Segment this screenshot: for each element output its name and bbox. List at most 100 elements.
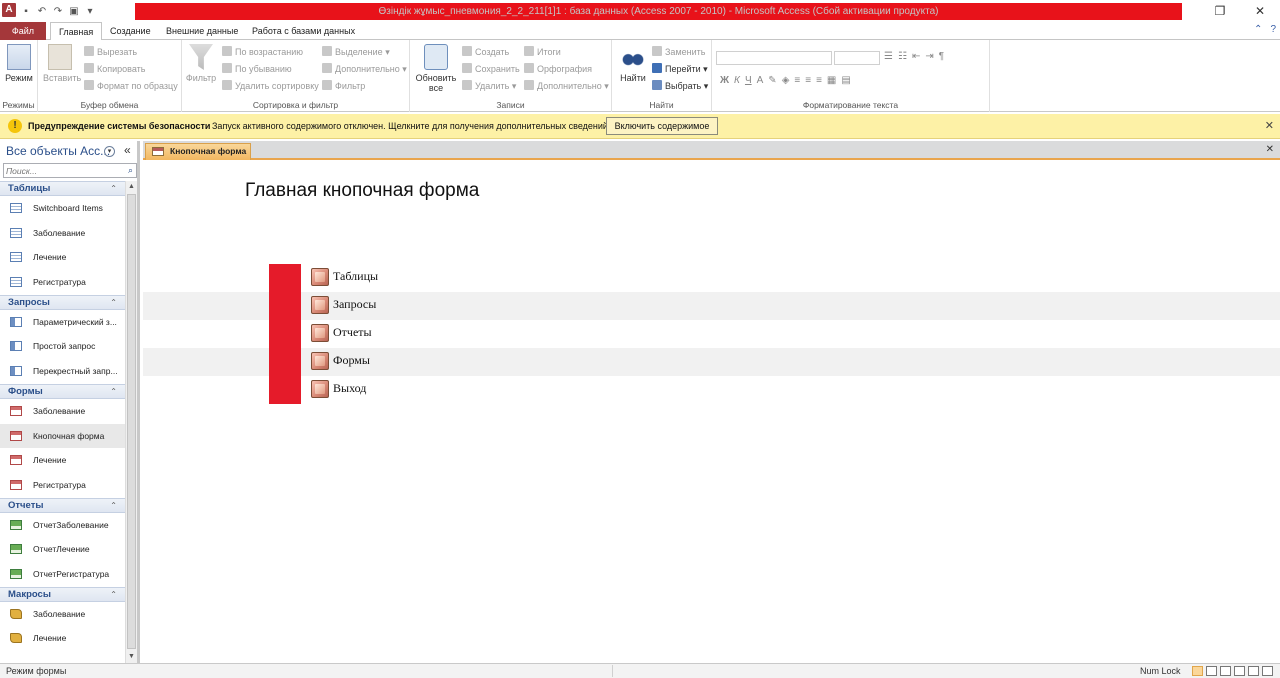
scroll-up-icon[interactable]: ▲ (126, 181, 137, 193)
align-right-icon[interactable]: ≡ (816, 75, 822, 86)
tab-home[interactable]: Главная (50, 22, 103, 41)
nav-section-forms[interactable]: Формы ⌃ (0, 383, 125, 399)
chevron-down-icon[interactable]: ▾ (104, 146, 115, 157)
restore-icon[interactable]: ❐ (1200, 0, 1240, 22)
nav-item-report[interactable]: ОтчетРегистратура (0, 562, 125, 587)
selection-button[interactable]: Выделение ▾ (322, 45, 390, 59)
nav-item-macro[interactable]: Заболевание (0, 602, 125, 627)
spelling-button[interactable]: Орфография (524, 62, 592, 76)
highlight-icon[interactable]: ✎ (768, 75, 776, 86)
format-painter-button[interactable]: Формат по образцу (84, 79, 178, 93)
totals-button[interactable]: Итоги (524, 45, 561, 59)
collapse-pane-icon[interactable]: « (124, 143, 131, 157)
close-window-icon[interactable]: ✕ (1240, 0, 1280, 22)
select-button[interactable]: Выбрать ▾ (652, 79, 708, 93)
nav-item-query[interactable]: Параметрический з... (0, 310, 125, 335)
sort-descending-button[interactable]: По убыванию (222, 62, 292, 76)
scroll-thumb[interactable] (127, 194, 136, 649)
pivot-chart-view-icon[interactable] (1262, 666, 1273, 676)
tab-create[interactable]: Создание (102, 22, 159, 40)
cut-button[interactable]: Вырезать (84, 45, 137, 59)
refresh-all-button[interactable]: Обновить все (414, 44, 458, 93)
filter-button[interactable]: Фильтр (184, 44, 218, 83)
nav-section-queries[interactable]: Запросы ⌃ (0, 294, 125, 310)
switchboard-button-queries[interactable] (311, 296, 329, 314)
nav-section-reports[interactable]: Отчеты ⌃ (0, 497, 125, 513)
numbering-icon[interactable]: ☷ (898, 51, 907, 62)
undo-icon[interactable]: ↶ (36, 6, 48, 17)
save-record-button[interactable]: Сохранить (462, 62, 520, 76)
datasheet-view-icon[interactable] (1206, 666, 1217, 676)
nav-item-report[interactable]: ОтчетЛечение (0, 537, 125, 562)
sort-ascending-button[interactable]: По возрастанию (222, 45, 303, 59)
search-input[interactable] (4, 164, 122, 177)
increase-indent-icon[interactable]: ⇥ (925, 51, 933, 62)
nav-item-report[interactable]: ОтчетЗаболевание (0, 513, 125, 538)
nav-item-query[interactable]: Перекрестный запр... (0, 359, 125, 384)
nav-item-table[interactable]: Заболевание (0, 221, 125, 246)
form-view-icon[interactable] (1192, 666, 1203, 676)
nav-section-tables[interactable]: Таблицы ⌃ (0, 181, 125, 196)
tab-file[interactable]: Файл (0, 22, 46, 40)
collapse-section-icon[interactable]: ⌃ (110, 296, 117, 309)
paragraph-direction-icon[interactable]: ¶ (939, 51, 944, 62)
font-size-combo[interactable] (834, 51, 880, 65)
more-records-button[interactable]: Дополнительно ▾ (524, 79, 609, 93)
enable-content-button[interactable]: Включить содержимое (606, 117, 718, 135)
underline-icon[interactable]: Ч (745, 75, 752, 86)
collapse-section-icon[interactable]: ⌃ (110, 588, 117, 601)
access-app-icon[interactable]: A (2, 3, 16, 17)
nav-item-query[interactable]: Простой запрос (0, 334, 125, 359)
switchboard-label-tables[interactable]: Таблицы (333, 269, 378, 284)
gridlines-icon[interactable]: ▦ (827, 75, 836, 86)
layout-view-icon[interactable] (1220, 666, 1231, 676)
switchboard-button-tables[interactable] (311, 268, 329, 286)
goto-button[interactable]: Перейти ▾ (652, 62, 708, 76)
nav-item-macro[interactable]: Лечение (0, 626, 125, 651)
close-icon[interactable]: ✕ (1265, 119, 1274, 132)
tab-external-data[interactable]: Внешние данные (158, 22, 246, 40)
nav-item-form[interactable]: Лечение (0, 448, 125, 473)
nav-item-table[interactable]: Регистратура (0, 270, 125, 295)
alternate-row-color-icon[interactable]: ▤ (841, 75, 850, 86)
align-left-icon[interactable]: ≡ (794, 75, 800, 86)
copy-button[interactable]: Копировать (84, 62, 145, 76)
scroll-down-icon[interactable]: ▼ (126, 651, 137, 663)
switchboard-label-forms[interactable]: Формы (333, 353, 370, 368)
italic-icon[interactable]: К (734, 75, 740, 86)
switchboard-button-exit[interactable] (311, 380, 329, 398)
bold-icon[interactable]: Ж (720, 75, 729, 86)
switchboard-button-reports[interactable] (311, 324, 329, 342)
align-center-icon[interactable]: ≡ (805, 75, 811, 86)
tab-database-tools[interactable]: Работа с базами данных (244, 22, 363, 40)
nav-item-table[interactable]: Лечение (0, 245, 125, 270)
paste-button[interactable]: Вставить (43, 44, 81, 83)
toggle-filter-button[interactable]: Фильтр (322, 79, 365, 93)
tab-switchboard-form[interactable]: Кнопочная форма (145, 143, 251, 160)
help-icon[interactable]: ? (1270, 24, 1276, 35)
switchboard-label-exit[interactable]: Выход (333, 381, 366, 396)
minimize-ribbon-icon[interactable]: ⌃ (1254, 24, 1262, 35)
customize-qat-icon[interactable]: ▾ (84, 6, 96, 17)
fill-color-icon[interactable]: ◈ (782, 75, 790, 86)
nav-scrollbar[interactable]: ▲ ▼ (125, 181, 137, 663)
design-view-icon[interactable] (1234, 666, 1245, 676)
search-icon[interactable]: ⌕ (128, 165, 133, 176)
new-record-button[interactable]: Создать (462, 45, 509, 59)
collapse-section-icon[interactable]: ⌃ (110, 499, 117, 512)
redo-icon[interactable]: ↷ (52, 6, 64, 17)
nav-item-table[interactable]: Switchboard Items (0, 196, 125, 221)
switchboard-label-reports[interactable]: Отчеты (333, 325, 372, 340)
replace-button[interactable]: Заменить (652, 45, 705, 59)
collapse-section-icon[interactable]: ⌃ (110, 385, 117, 398)
find-button[interactable]: Найти (616, 44, 650, 83)
delete-record-button[interactable]: Удалить ▾ (462, 79, 516, 93)
print-icon[interactable]: ▣ (68, 6, 80, 17)
remove-sort-button[interactable]: Удалить сортировку (222, 79, 319, 93)
switchboard-button-forms[interactable] (311, 352, 329, 370)
font-color-icon[interactable]: A (757, 75, 764, 86)
nav-item-form[interactable]: Регистратура (0, 473, 125, 498)
bullets-icon[interactable]: ☰ (884, 51, 893, 62)
nav-section-macros[interactable]: Макросы ⌃ (0, 586, 125, 602)
security-message[interactable]: Запуск активного содержимого отключен. Щ… (212, 121, 610, 131)
